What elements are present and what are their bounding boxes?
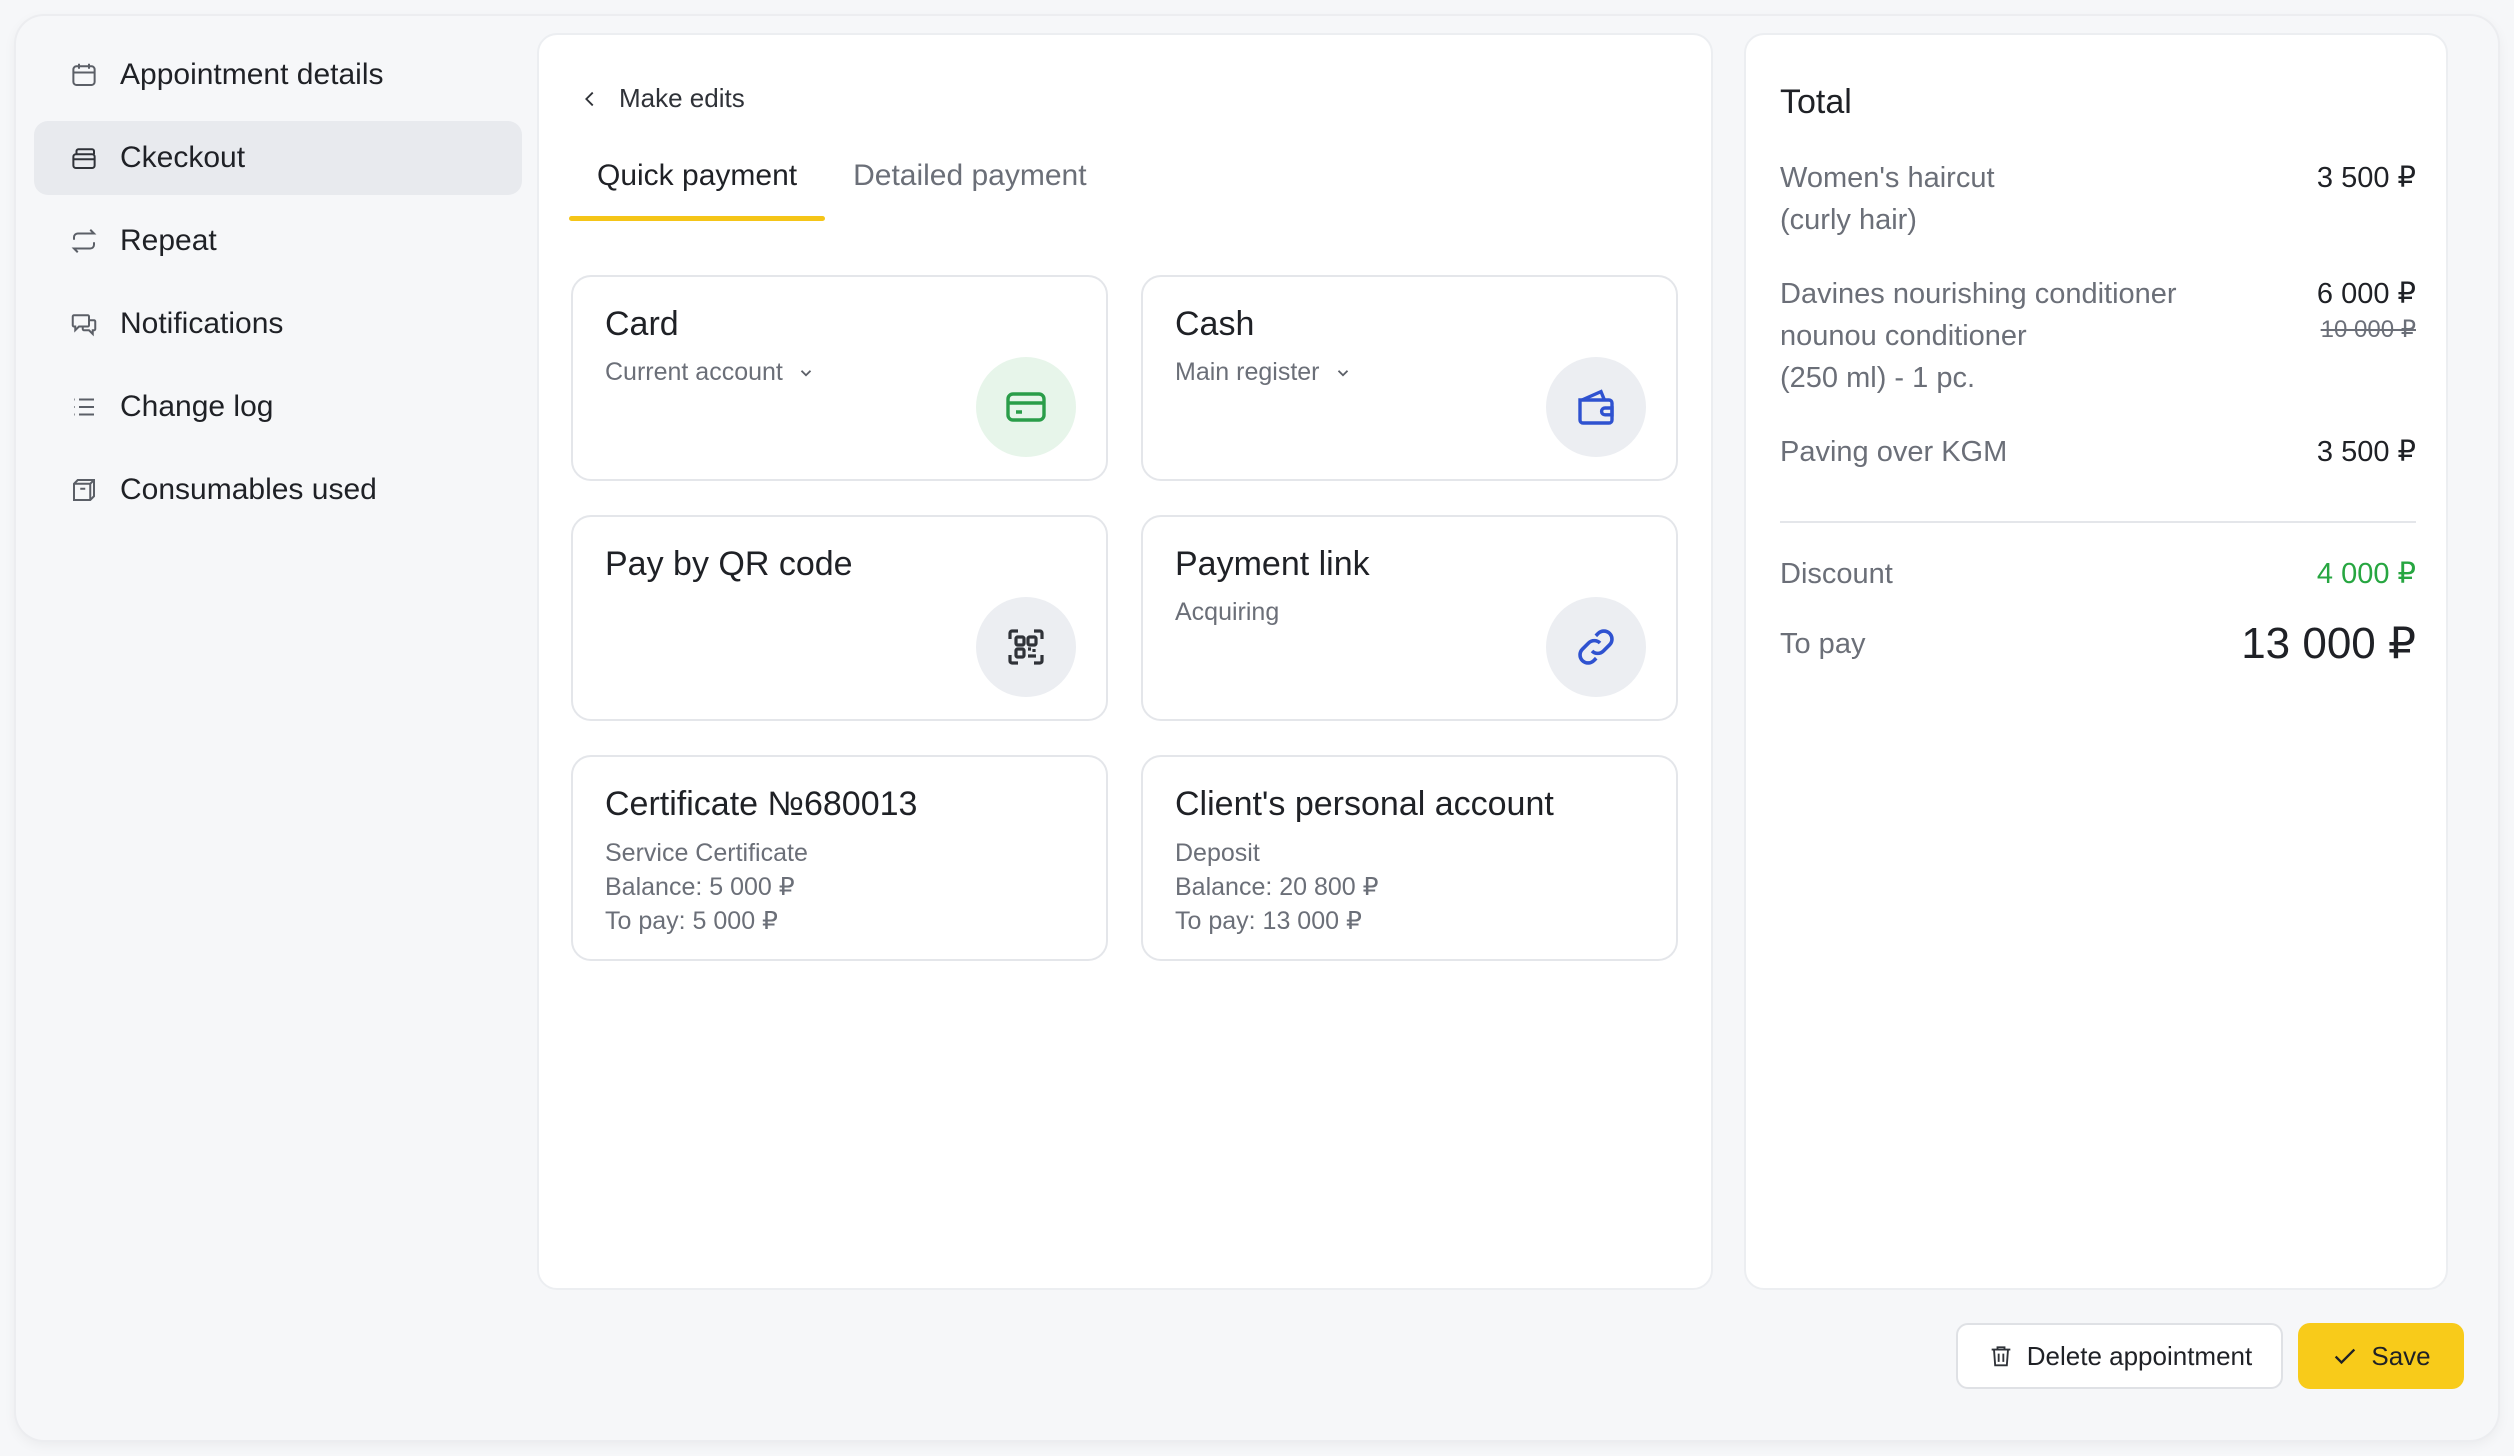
sidebar-item-notifications[interactable]: Notifications [34, 287, 522, 361]
payment-card-title: Client's personal account [1175, 785, 1554, 823]
payment-card-card[interactable]: Card Current account [571, 275, 1108, 481]
chat-bubbles-icon [68, 308, 100, 340]
sidebar-item-consumables-used[interactable]: Consumables used [34, 453, 522, 527]
item-name-detail: nounou conditioner [1780, 320, 2027, 352]
chevron-down-icon [800, 369, 812, 377]
account-to-pay: To pay: 13 000 ₽ [1175, 907, 1362, 935]
trash-icon [1991, 1346, 2011, 1367]
discount-row: Discount 4 000 ₽ [1780, 553, 2416, 595]
discount-value: 4 000 ₽ [2316, 558, 2416, 590]
delete-appointment-label: Delete appointment [2026, 1340, 2253, 1371]
account-balance: Balance: 20 800 ₽ [1175, 873, 1379, 901]
order-summary: Total Women's haircut (curly hair) 3 500… [1744, 33, 2448, 1290]
item-name-detail: (250 ml) - 1 pc. [1780, 362, 1975, 394]
save-button[interactable]: Save [2298, 1323, 2464, 1389]
item-name: Davines nourishing conditioner [1780, 278, 2177, 310]
sidebar-item-checkout[interactable]: Ckeckout [34, 121, 522, 195]
summary-line-item: Davines nourishing conditioner nounou co… [1780, 273, 2416, 399]
payment-card-title: Cash [1175, 305, 1255, 343]
to-pay-label: To pay [1780, 628, 1866, 660]
payment-card-title: Certificate №680013 [605, 785, 918, 823]
payment-card-subtitle: Deposit [1175, 839, 1260, 867]
discount-label: Discount [1780, 558, 1893, 590]
make-edits-label: Make edits [619, 83, 745, 113]
tab-detailed-payment[interactable]: Detailed payment [825, 155, 1114, 221]
payment-card-link[interactable]: Payment link Acquiring [1141, 515, 1678, 721]
sidebar: Appointment details Ckeckout Repeat Noti… [34, 38, 522, 536]
item-name: Women's haircut [1780, 162, 1995, 194]
payment-tabs: Quick payment Detailed payment [569, 155, 1115, 221]
sidebar-item-label: Consumables used [120, 473, 377, 506]
list-icon [68, 391, 100, 423]
item-price: 6 000 ₽ [2316, 278, 2416, 310]
account-select-value: Current account [605, 358, 783, 386]
certificate-to-pay: To pay: 5 000 ₽ [605, 907, 778, 935]
delete-appointment-button[interactable]: Delete appointment [1956, 1323, 2283, 1389]
sidebar-item-label: Repeat [120, 224, 217, 257]
certificate-balance: Balance: 5 000 ₽ [605, 873, 795, 901]
chevron-down-icon [1337, 369, 1348, 377]
sidebar-item-label: Change log [120, 390, 274, 423]
register-select-value: Main register [1175, 358, 1320, 386]
payment-card-cash[interactable]: Cash Main register [1141, 275, 1678, 481]
item-old-price: 10 000 ₽ [2320, 316, 2416, 343]
make-edits-link[interactable]: Make edits [579, 83, 745, 114]
item-name-detail: (curly hair) [1780, 204, 1917, 236]
sidebar-item-label: Ckeckout [120, 141, 246, 174]
summary-line-item: Women's haircut (curly hair) 3 500 ₽ [1780, 157, 2416, 241]
payment-card-title: Pay by QR code [605, 545, 853, 583]
summary-divider [1780, 521, 2416, 523]
payment-panel: Make edits Quick payment Detailed paymen… [537, 33, 1713, 1290]
checkmark-icon [2335, 1348, 2356, 1365]
wallet-icon [1546, 357, 1646, 457]
item-name: Paving over KGM [1780, 436, 2008, 468]
summary-line-item: Paving over KGM 3 500 ₽ [1780, 431, 2416, 473]
item-price: 3 500 ₽ [2316, 436, 2416, 468]
payment-card-qr[interactable]: Pay by QR code [571, 515, 1108, 721]
repeat-icon [68, 225, 100, 257]
item-price: 3 500 ₽ [2316, 162, 2416, 194]
cash-register-icon [68, 142, 100, 174]
credit-card-icon [976, 357, 1076, 457]
payment-card-personal-account[interactable]: Client's personal account Deposit Balanc… [1141, 755, 1678, 961]
link-icon [1546, 597, 1646, 697]
box-icon [68, 474, 100, 506]
sidebar-item-label: Appointment details [120, 58, 384, 91]
calendar-icon [68, 59, 100, 91]
to-pay-value: 13 000 ₽ [2241, 619, 2416, 668]
qr-code-icon [976, 597, 1076, 697]
save-label: Save [2371, 1340, 2431, 1371]
sidebar-item-label: Notifications [120, 307, 284, 340]
to-pay-row: To pay 13 000 ₽ [1780, 619, 2416, 668]
summary-title: Total [1780, 83, 1852, 121]
payment-card-title: Payment link [1175, 545, 1370, 583]
sidebar-item-repeat[interactable]: Repeat [34, 204, 522, 278]
payment-card-title: Card [605, 305, 679, 343]
tab-quick-payment[interactable]: Quick payment [569, 155, 826, 221]
payment-card-subtitle: Service Certificate [605, 839, 808, 867]
payment-card-certificate[interactable]: Certificate №680013 Service Certificate … [571, 755, 1108, 961]
sidebar-item-appointment-details[interactable]: Appointment details [34, 38, 522, 112]
sidebar-item-change-log[interactable]: Change log [34, 370, 522, 444]
chevron-left-icon [585, 91, 594, 106]
